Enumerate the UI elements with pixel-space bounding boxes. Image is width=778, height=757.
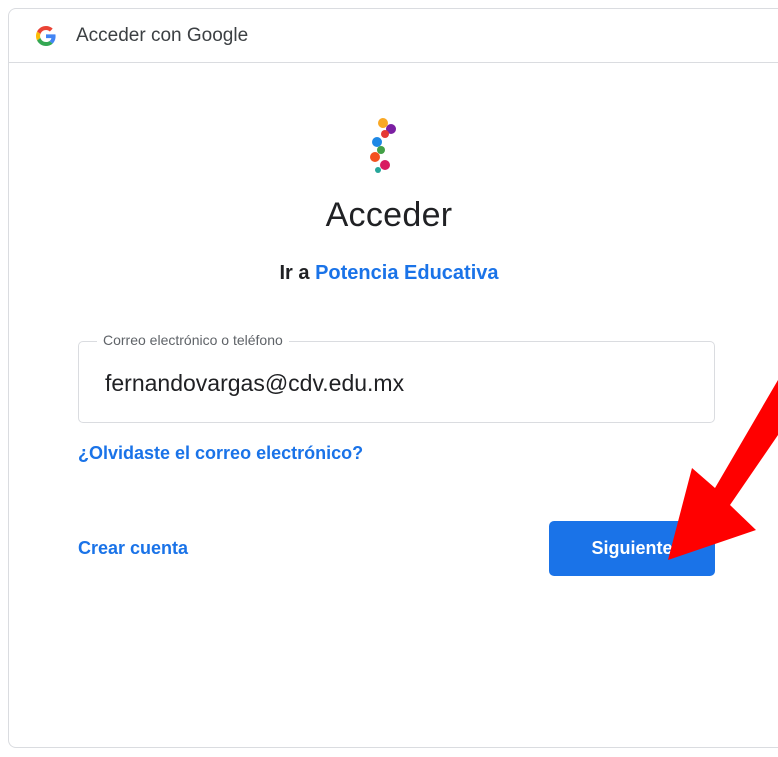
forgot-email-link[interactable]: ¿Olvidaste el correo electrónico? — [78, 443, 363, 464]
email-field-value[interactable]: fernandovargas@cdv.edu.mx — [105, 370, 404, 397]
google-g-icon — [36, 25, 56, 46]
page-subtitle: Ir a Potencia Educativa — [0, 262, 778, 285]
subtitle-prefix: Ir a — [279, 262, 310, 284]
dialog-titlebar: Acceder con Google — [9, 9, 778, 63]
app-name-link[interactable]: Potencia Educativa — [315, 262, 498, 284]
dialog-title: Acceder con Google — [76, 24, 249, 46]
red-arrow-icon — [668, 380, 778, 560]
create-account-link[interactable]: Crear cuenta — [78, 538, 188, 559]
email-field-label: Correo electrónico o teléfono — [97, 332, 289, 348]
page-title: Acceder — [325, 196, 453, 234]
potencia-educativa-logo-icon — [370, 118, 396, 173]
email-field[interactable]: Correo electrónico o teléfono fernandova… — [78, 332, 715, 423]
